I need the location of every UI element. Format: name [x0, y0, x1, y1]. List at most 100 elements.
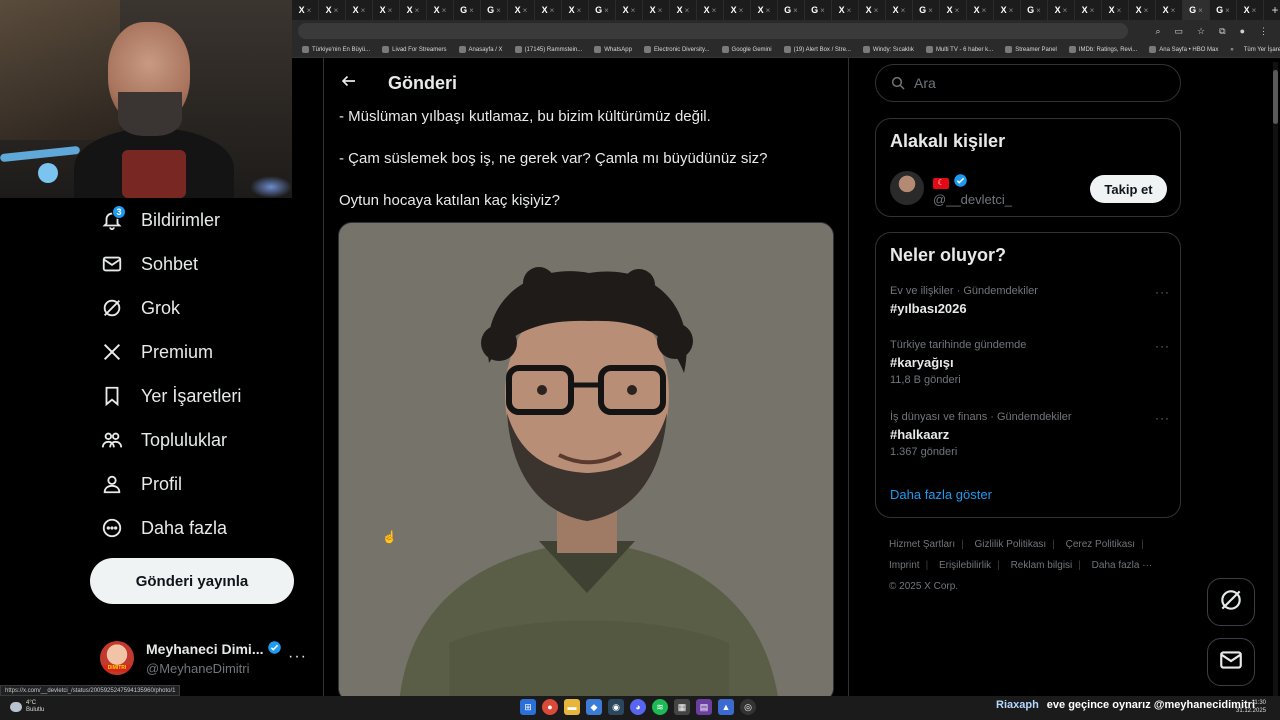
browser-tab[interactable]: X ×: [373, 0, 400, 20]
nav-communities[interactable]: Topluluklar: [90, 418, 300, 462]
browser-tab[interactable]: G ×: [913, 0, 940, 20]
close-tab-icon[interactable]: ×: [982, 6, 987, 15]
scrollbar-thumb[interactable]: [1273, 70, 1278, 124]
page-scrollbar[interactable]: [1273, 62, 1278, 696]
extensions-icon[interactable]: ⧉: [1219, 26, 1225, 37]
trend-item[interactable]: Türkiye tarihinde gündemde #karyağışı 11…: [890, 339, 1170, 386]
bookmark-item[interactable]: Windy: Sıcaklık: [862, 46, 914, 53]
close-tab-icon[interactable]: ×: [1090, 6, 1095, 15]
browser-tab[interactable]: G ×: [589, 0, 616, 20]
browser-tab[interactable]: X ×: [535, 0, 562, 20]
close-tab-icon[interactable]: ×: [334, 6, 339, 15]
search-box[interactable]: [875, 64, 1181, 102]
trend-more-icon[interactable]: ···: [1155, 339, 1170, 353]
avatar[interactable]: [890, 171, 924, 205]
close-tab-icon[interactable]: ×: [550, 6, 555, 15]
footer-link[interactable]: Imprint: [889, 560, 920, 571]
calculator-icon[interactable]: ▦: [674, 699, 690, 715]
close-tab-icon[interactable]: ×: [1036, 6, 1041, 15]
browser-tab[interactable]: X ×: [1102, 0, 1129, 20]
app-icon[interactable]: ▲: [718, 699, 734, 715]
nav-bookmarks[interactable]: Yer İşaretleri: [90, 374, 300, 418]
bookmarks-overflow-icon[interactable]: »: [1230, 47, 1233, 53]
footer-link[interactable]: Gizlilik Politikası: [975, 539, 1047, 550]
follow-button[interactable]: Takip et: [1090, 175, 1167, 203]
nav-premium[interactable]: Premium: [90, 330, 300, 374]
new-tab-button[interactable]: +: [1264, 3, 1280, 17]
discord-icon[interactable]: ◕: [630, 699, 646, 715]
nav-grok[interactable]: Grok: [90, 286, 300, 330]
browser-tab[interactable]: X ×: [616, 0, 643, 20]
browser-tab[interactable]: X ×: [1075, 0, 1102, 20]
close-tab-icon[interactable]: ×: [1144, 6, 1149, 15]
account-switcher[interactable]: DIMITRI Meyhaneci Dimi... @MeyhaneDimitr…: [100, 636, 310, 680]
obs-icon[interactable]: ◎: [740, 699, 756, 715]
grok-floating-button[interactable]: [1207, 578, 1255, 626]
show-more-link[interactable]: Daha fazla göster: [890, 487, 992, 502]
footer-link[interactable]: Reklam bilgisi: [1011, 560, 1073, 571]
browser-tab[interactable]: X ×: [859, 0, 886, 20]
browser-tab[interactable]: X ×: [427, 0, 454, 20]
footer-link[interactable]: Erişilebilirlik: [939, 560, 991, 571]
browser-tab[interactable]: X ×: [319, 0, 346, 20]
close-tab-icon[interactable]: ×: [1225, 6, 1230, 15]
nav-profile[interactable]: Profil: [90, 462, 300, 506]
bookmark-item[interactable]: (17145) Rammstein...: [514, 46, 582, 53]
close-tab-icon[interactable]: ×: [766, 6, 771, 15]
cast-icon[interactable]: ▭: [1175, 26, 1184, 37]
browser-tab[interactable]: X ×: [562, 0, 589, 20]
close-tab-icon[interactable]: ×: [577, 6, 582, 15]
messages-floating-button[interactable]: [1207, 638, 1255, 686]
close-tab-icon[interactable]: ×: [442, 6, 447, 15]
zoom-icon[interactable]: ⌕: [1155, 26, 1160, 37]
close-tab-icon[interactable]: ×: [469, 6, 474, 15]
post-photo[interactable]: [338, 222, 834, 696]
trend-more-icon[interactable]: ···: [1155, 411, 1170, 425]
trend-item[interactable]: İş dünyası ve finans · Gündemdekiler #ha…: [890, 411, 1170, 458]
browser-menu-icon[interactable]: ⋮: [1259, 26, 1268, 37]
related-user-handle[interactable]: @__devletci_: [933, 192, 1012, 207]
browser-tab[interactable]: G ×: [1183, 0, 1210, 20]
nav-chat[interactable]: Sohbet: [90, 242, 300, 286]
system-clock[interactable]: 11:30 31.12.2025: [1236, 699, 1266, 715]
browser-tab[interactable]: X ×: [508, 0, 535, 20]
close-tab-icon[interactable]: ×: [901, 6, 906, 15]
close-tab-icon[interactable]: ×: [955, 6, 960, 15]
windows-start-icon[interactable]: ⊞: [520, 699, 536, 715]
folder-icon[interactable]: ▬: [564, 699, 580, 715]
browser-tab[interactable]: X ×: [1156, 0, 1183, 20]
browser-tab[interactable]: X ×: [1048, 0, 1075, 20]
browser-tab[interactable]: X ×: [346, 0, 373, 20]
browser-tab[interactable]: X ×: [1129, 0, 1156, 20]
spotify-icon[interactable]: ≋: [652, 699, 668, 715]
browser-tab[interactable]: G ×: [778, 0, 805, 20]
close-tab-icon[interactable]: ×: [631, 6, 636, 15]
profile-icon[interactable]: ●: [1240, 26, 1245, 37]
close-tab-icon[interactable]: ×: [523, 6, 528, 15]
footer-link[interactable]: Daha fazla ···: [1092, 560, 1153, 571]
close-tab-icon[interactable]: ×: [1252, 6, 1257, 15]
footer-link[interactable]: Çerez Politikası: [1066, 539, 1135, 550]
browser-tab[interactable]: X ×: [292, 0, 319, 20]
bookmark-item[interactable]: Google Gemini: [721, 46, 772, 53]
close-tab-icon[interactable]: ×: [604, 6, 609, 15]
close-tab-icon[interactable]: ×: [820, 6, 825, 15]
browser-tab[interactable]: X ×: [400, 0, 427, 20]
browser-tab[interactable]: X ×: [832, 0, 859, 20]
browser-tab[interactable]: X ×: [697, 0, 724, 20]
bookmark-item[interactable]: Livad For Streamers: [382, 46, 447, 53]
browser-tab[interactable]: G ×: [1021, 0, 1048, 20]
browser-tab[interactable]: X ×: [940, 0, 967, 20]
browser-tab[interactable]: G ×: [1210, 0, 1237, 20]
close-tab-icon[interactable]: ×: [928, 6, 933, 15]
account-more-icon[interactable]: ···: [288, 648, 307, 666]
browser-tab[interactable]: X ×: [967, 0, 994, 20]
browser-tab[interactable]: X ×: [724, 0, 751, 20]
close-tab-icon[interactable]: ×: [1063, 6, 1068, 15]
back-button[interactable]: [332, 66, 366, 100]
close-tab-icon[interactable]: ×: [1171, 6, 1176, 15]
nav-more[interactable]: Daha fazla: [90, 506, 300, 550]
nav-notifications[interactable]: 3 Bildirimler: [90, 198, 300, 242]
browser-tab[interactable]: X ×: [886, 0, 913, 20]
app-icon[interactable]: ◆: [586, 699, 602, 715]
